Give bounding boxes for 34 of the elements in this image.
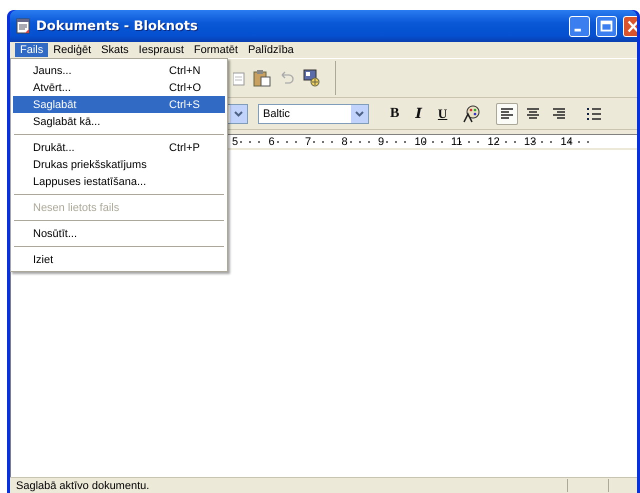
menu-option[interactable]: Jauns... Ctrl+N (13, 62, 225, 79)
notepad-icon (16, 18, 30, 34)
menu-option[interactable]: Saglabāt Ctrl+S (13, 96, 225, 113)
menu-option[interactable]: Iziet (13, 251, 225, 268)
menu-item[interactable]: Skats (96, 43, 134, 57)
maximize-button[interactable] (596, 16, 617, 36)
status-text: Saglabā aktīvo dokumentu. (15, 480, 150, 492)
window-title: Dokuments - Bloknots (36, 18, 199, 34)
menu-option[interactable]: Saglabāt kā... (13, 113, 225, 130)
align-center-icon (525, 107, 542, 120)
menu-item[interactable]: Iespraust (134, 43, 189, 57)
align-left-icon (499, 107, 516, 120)
menu-item[interactable]: Rediģēt (48, 43, 96, 57)
underline-button[interactable]: U (436, 106, 448, 122)
menu-option[interactable]: Atvērt... Ctrl+O (13, 79, 225, 96)
bullet-list-icon[interactable] (586, 106, 602, 120)
align-right-icon (551, 107, 568, 120)
script-dropdown[interactable]: Baltic (258, 104, 369, 124)
paste-icon[interactable] (253, 69, 271, 87)
color-icon[interactable] (462, 104, 480, 122)
align-left-button[interactable] (496, 102, 518, 124)
minimize-button[interactable] (569, 16, 590, 36)
menu-item[interactable]: Palīdzība (242, 43, 299, 57)
menu-option[interactable]: Drukāt... Ctrl+P (13, 139, 225, 156)
insert-object-icon[interactable] (303, 69, 321, 87)
close-button[interactable] (623, 16, 637, 36)
font-dropdown[interactable] (226, 104, 248, 124)
italic-button[interactable]: I (414, 106, 423, 122)
menu-item[interactable]: Formatēt (188, 43, 243, 57)
menu-option[interactable]: Nosūtīt... (13, 225, 225, 242)
menu-option[interactable]: Drukas priekšskatījums (13, 156, 225, 173)
menu-option[interactable]: Lappuses iestatīšana... (13, 173, 225, 190)
bold-button[interactable]: B (389, 106, 400, 122)
menu-item[interactable]: Fails (15, 43, 48, 57)
